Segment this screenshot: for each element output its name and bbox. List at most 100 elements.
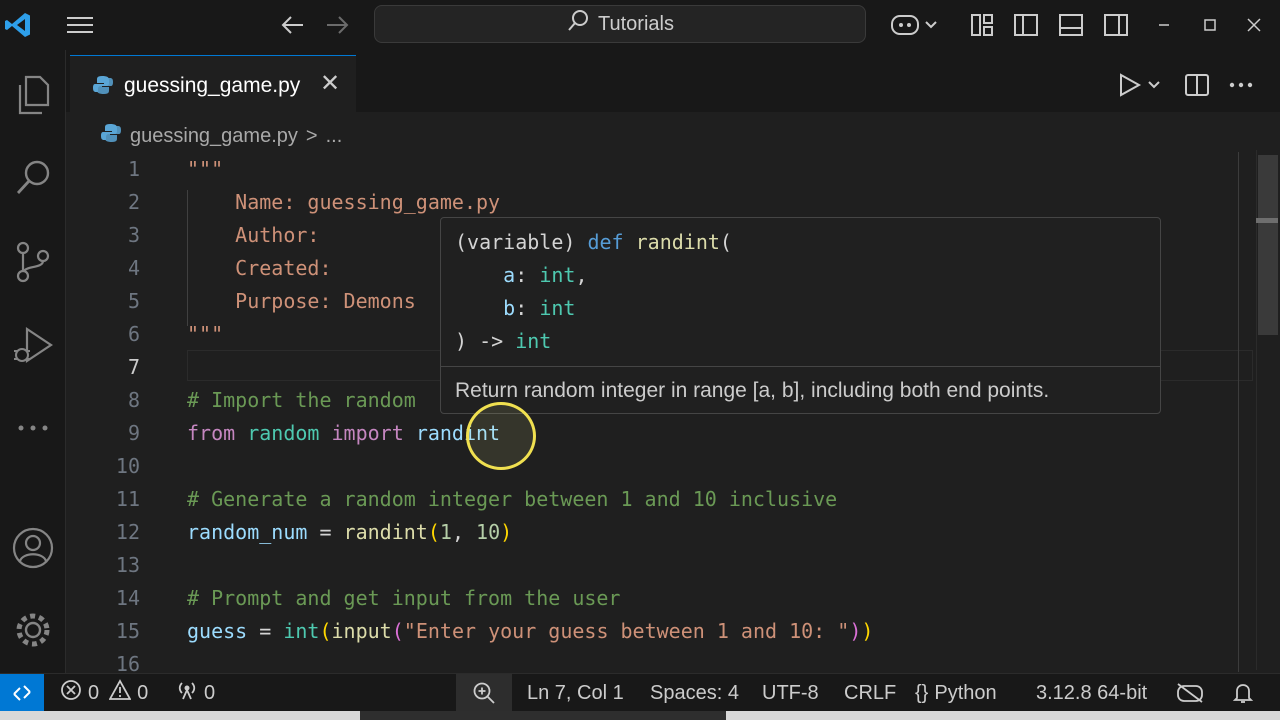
explorer-icon[interactable] — [0, 65, 66, 125]
code-token: """ — [187, 157, 224, 181]
tab-label: guessing_game.py — [124, 74, 301, 97]
toggle-secondary-sidebar-icon[interactable] — [1100, 0, 1132, 50]
command-center-search[interactable]: Tutorials — [374, 5, 866, 43]
signature-token: int — [515, 329, 552, 353]
signature-token: int — [539, 296, 576, 320]
code-text: Created: — [187, 252, 332, 285]
run-debug-icon[interactable] — [0, 315, 66, 375]
code-token: guess — [187, 619, 248, 643]
code-line[interactable]: 1 """ — [66, 153, 1256, 186]
title-bar: Tutorials — [0, 0, 1280, 50]
language-mode[interactable]: {} Python — [915, 674, 997, 712]
code-text: # Prompt and get input from the user — [187, 582, 620, 615]
line-number: 12 — [115, 520, 140, 544]
activity-bar — [0, 50, 66, 673]
code-text: """ — [187, 153, 223, 186]
code-token: ( — [427, 520, 440, 544]
scrollbar-thumb[interactable] — [1258, 155, 1278, 335]
error-count: 0 — [88, 681, 100, 704]
signature-token: randint — [635, 230, 720, 254]
code-line[interactable]: 10 — [66, 450, 1256, 483]
code-token: 10 — [476, 520, 501, 544]
taskbar-strip-dark — [360, 711, 726, 720]
breadcrumb-symbols[interactable]: ... — [326, 125, 343, 148]
code-token: 1 — [439, 520, 452, 544]
code-line[interactable]: 9 from random import randint — [66, 417, 1256, 450]
code-text: Name: guessing_game.py — [187, 186, 500, 219]
python-interpreter[interactable]: 3.12.8 64-bit — [1036, 674, 1147, 712]
line-number: 10 — [115, 454, 140, 478]
notifications-bell-icon[interactable] — [1232, 674, 1254, 712]
back-icon[interactable] — [276, 0, 308, 50]
code-token: Created: — [187, 256, 332, 280]
signature-token — [455, 263, 503, 287]
split-editor-icon[interactable] — [1182, 62, 1212, 108]
search-label: Tutorials — [598, 12, 674, 35]
code-line[interactable]: 15 guess = int(input("Enter your guess be… — [66, 615, 1256, 648]
line-number: 15 — [115, 619, 140, 643]
manage-gear-icon[interactable] — [0, 600, 66, 660]
toggle-panel-icon[interactable] — [1055, 0, 1087, 50]
hover-docstring: Return random integer in range [a, b], i… — [455, 379, 1050, 402]
hover-signature: (variable) def randint( a: int, b: int) … — [455, 226, 732, 358]
run-python-file-icon[interactable] — [1112, 62, 1162, 108]
breadcrumb-file[interactable]: guessing_game.py — [130, 125, 298, 148]
code-token: ) — [849, 619, 862, 643]
close-icon[interactable] — [1242, 0, 1266, 50]
broadcast-icon — [176, 679, 198, 707]
copilot-status-icon[interactable] — [1176, 674, 1204, 712]
more-icon[interactable] — [0, 398, 66, 458]
signature-token: : — [515, 296, 540, 320]
minimize-icon[interactable] — [1152, 0, 1176, 50]
tab-guessing-game[interactable]: guessing_game.py ✕ — [70, 55, 356, 112]
indentation[interactable]: Spaces: 4 — [650, 674, 739, 712]
maximize-icon[interactable] — [1198, 0, 1222, 50]
encoding[interactable]: UTF-8 — [762, 674, 819, 712]
code-token: input — [331, 619, 392, 643]
zoom-icon[interactable] — [456, 674, 512, 712]
tab-close-icon[interactable]: ✕ — [320, 69, 340, 98]
signature-token: b — [503, 296, 516, 320]
code-line[interactable]: 2 Name: guessing_game.py — [66, 186, 1256, 219]
signature-token: , — [575, 263, 588, 287]
code-line[interactable]: 11 # Generate a random integer between 1 … — [66, 483, 1256, 516]
cursor-position[interactable]: Ln 7, Col 1 — [527, 674, 624, 712]
hover-signature-line: a: int, — [455, 259, 732, 292]
hover-signature-line: (variable) def randint( — [455, 226, 732, 259]
signature-token: ) -> — [455, 329, 516, 353]
code-token: int — [283, 619, 320, 643]
editor-ruler — [1238, 152, 1239, 672]
line-number: 9 — [127, 421, 140, 445]
code-token: randint — [343, 520, 428, 544]
scrollbar-cursor-marker — [1256, 218, 1278, 223]
code-line[interactable]: 13 — [66, 549, 1256, 582]
code-line[interactable]: 14 # Prompt and get input from the user — [66, 582, 1256, 615]
code-token: import — [331, 421, 404, 445]
code-token: random — [247, 421, 320, 445]
search-icon[interactable] — [0, 148, 66, 208]
code-token: """ — [187, 322, 224, 346]
line-number: 1 — [127, 157, 140, 181]
toggle-sidebar-icon[interactable] — [1010, 0, 1042, 50]
copilot-icon[interactable] — [888, 0, 940, 50]
braces-icon: {} — [915, 681, 929, 704]
forward-icon[interactable] — [322, 0, 354, 50]
code-line[interactable]: 12 random_num = randint(1, 10) — [66, 516, 1256, 549]
more-actions-icon[interactable] — [1226, 62, 1256, 108]
end-of-line[interactable]: CRLF — [844, 674, 896, 712]
accounts-icon[interactable] — [0, 518, 66, 578]
search-icon — [566, 9, 590, 39]
source-control-icon[interactable] — [0, 232, 66, 292]
ports-indicator[interactable]: 0 — [176, 674, 215, 712]
code-text: """ — [187, 318, 223, 351]
layout-icon[interactable] — [966, 0, 998, 50]
code-token: Author: — [187, 223, 320, 247]
menu-icon[interactable] — [60, 0, 100, 50]
problems-indicator[interactable]: 0 0 — [60, 674, 148, 712]
signature-token: (variable) — [455, 230, 588, 254]
error-icon — [60, 679, 82, 707]
remote-indicator-icon[interactable] — [0, 674, 44, 712]
code-token: # Prompt and get input from the user — [187, 586, 621, 610]
line-number: 14 — [115, 586, 140, 610]
